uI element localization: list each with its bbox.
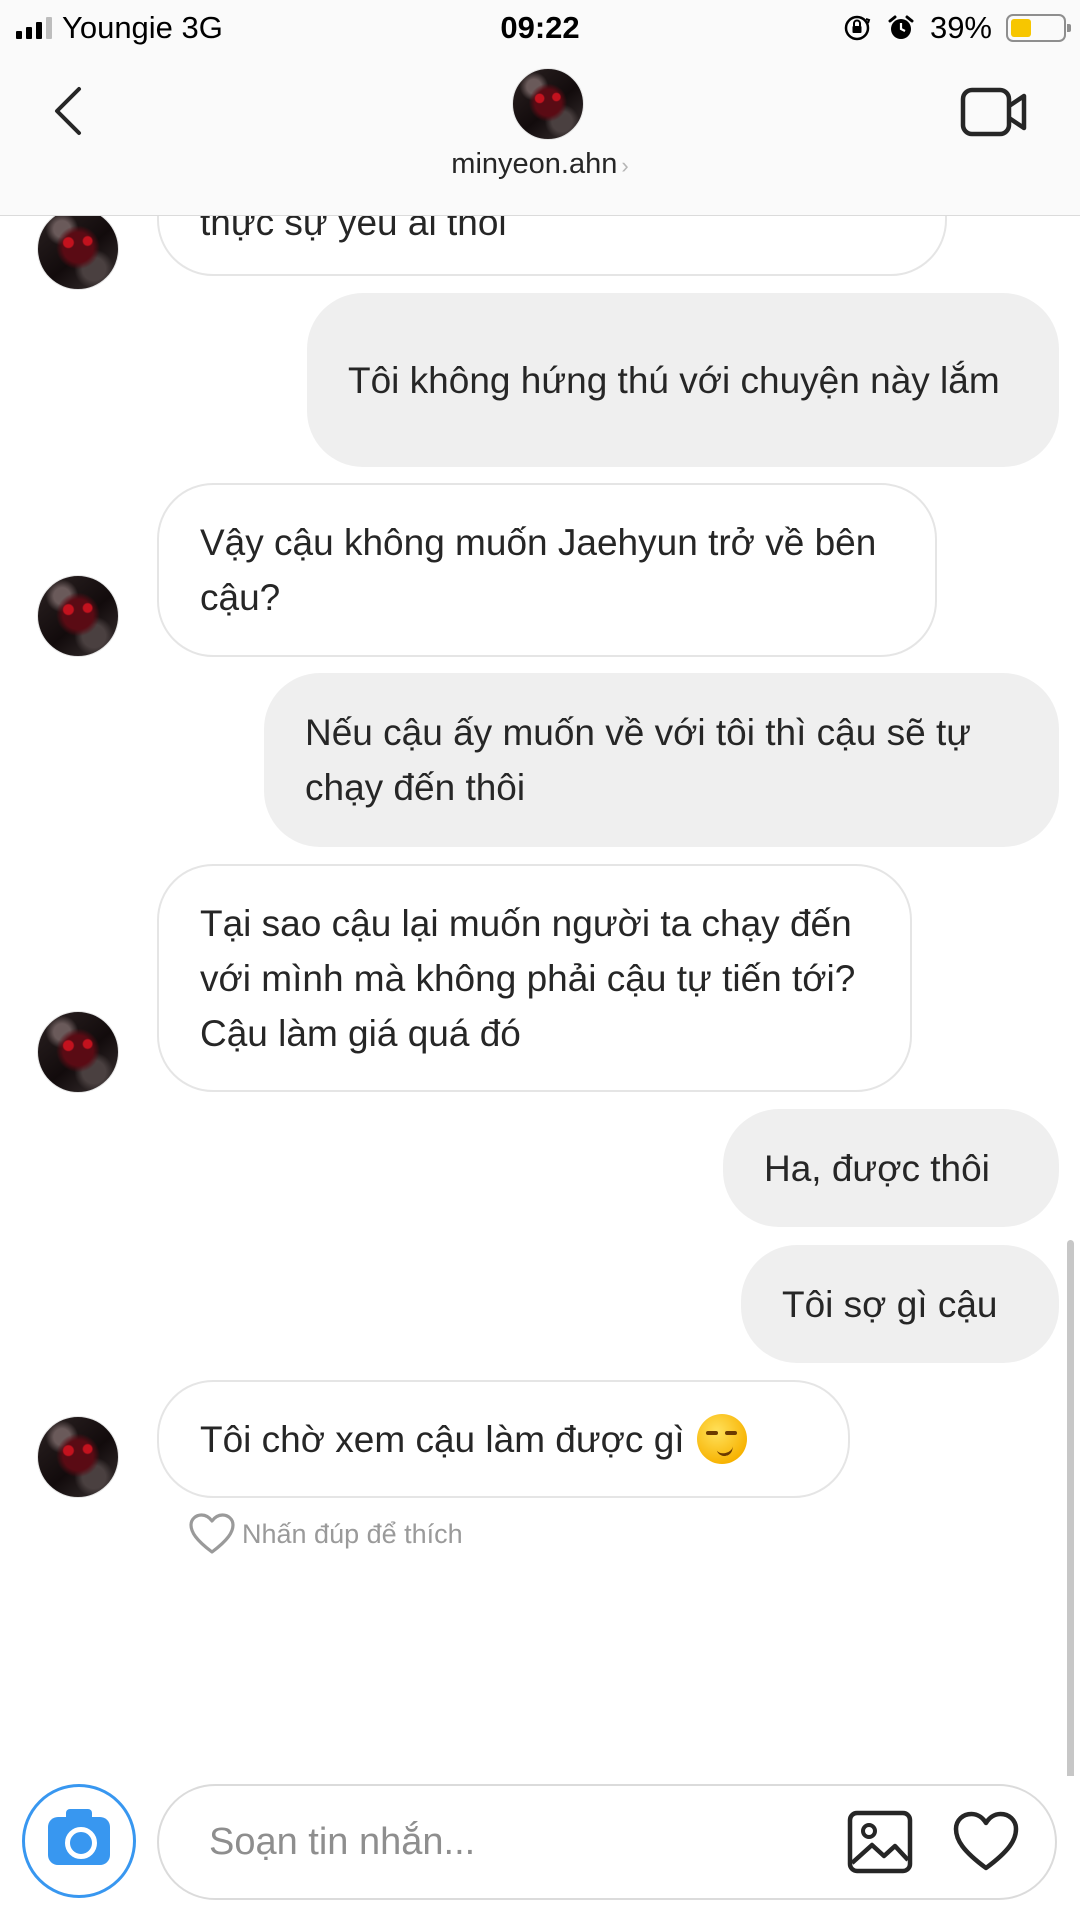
sender-avatar[interactable]: [37, 1416, 119, 1498]
video-call-icon: [960, 87, 1027, 137]
message-text: Nếu cậu ấy muốn về với tôi thì cậu sẽ tự…: [305, 712, 972, 808]
like-hint-label: Nhấn đúp để thích: [242, 1518, 463, 1549]
camera-button[interactable]: [22, 1784, 136, 1898]
heart-outline-icon: [189, 1513, 235, 1554]
alarm-icon: [888, 15, 914, 39]
gallery-icon: [847, 1810, 913, 1874]
sender-avatar[interactable]: [37, 216, 119, 290]
status-bar: Youngie 3G 09:22 39%: [0, 0, 1080, 56]
message-text: Vậy cậu không muốn Jaehyun trở về bên cậ…: [200, 522, 877, 618]
camera-icon: [48, 1809, 110, 1865]
sender-avatar[interactable]: [37, 1011, 119, 1093]
double-tap-like-hint[interactable]: Nhấn đúp để thích: [188, 1512, 463, 1556]
message-text: thực sự yêu ai thôi: [200, 216, 507, 243]
conversation-header: minyeon.ahn ›: [0, 56, 1080, 216]
scrollbar[interactable]: [1067, 1240, 1074, 1776]
incoming-message[interactable]: Vậy cậu không muốn Jaehyun trở về bên cậ…: [157, 483, 937, 657]
status-right: 39%: [842, 8, 1071, 48]
username-label: minyeon.ahn: [451, 148, 618, 180]
message-text: Tại sao cậu lại muốn người ta chạy đến v…: [200, 902, 856, 1054]
message-text: Tôi chờ xem cậu làm được gì: [200, 1418, 685, 1460]
message-input[interactable]: Soạn tin nhắn...: [209, 1786, 475, 1898]
profile-username[interactable]: minyeon.ahn ›: [0, 148, 1080, 181]
incoming-message[interactable]: thực sự yêu ai thôi: [157, 216, 947, 276]
outgoing-message[interactable]: Tôi không hứng thú với chuyện này lắm: [307, 293, 1059, 467]
heart-icon: [953, 1811, 1019, 1871]
chevron-right-icon: ›: [621, 153, 629, 178]
video-call-button[interactable]: [960, 84, 1030, 140]
header-avatar[interactable]: [512, 68, 584, 140]
battery-icon: [1006, 14, 1071, 42]
orientation-lock-icon: [844, 15, 871, 41]
back-button[interactable]: [38, 76, 98, 146]
incoming-message[interactable]: Tại sao cậu lại muốn người ta chạy đến v…: [157, 864, 912, 1092]
battery-percent: 39%: [929, 10, 992, 45]
message-text: Tôi không hứng thú với chuyện này lắm: [348, 359, 1000, 401]
message-text: Tôi sợ gì cậu: [782, 1283, 998, 1325]
message-composer[interactable]: Soạn tin nhắn...: [157, 1784, 1057, 1900]
smirking-face-emoji: [696, 1414, 747, 1464]
sender-avatar[interactable]: [37, 575, 119, 657]
like-button[interactable]: [951, 1808, 1021, 1876]
back-arrow-icon: [55, 87, 81, 135]
gallery-button[interactable]: [845, 1808, 915, 1876]
message-text: Ha, được thôi: [764, 1147, 990, 1189]
outgoing-message[interactable]: Ha, được thôi: [723, 1109, 1059, 1227]
outgoing-message[interactable]: Nếu cậu ấy muốn về với tôi thì cậu sẽ tự…: [264, 673, 1059, 847]
incoming-message[interactable]: Tôi chờ xem cậu làm được gì: [157, 1380, 850, 1498]
message-thread[interactable]: thực sự yêu ai thôi Tôi không hứng thú v…: [0, 216, 1080, 1776]
outgoing-message[interactable]: Tôi sợ gì cậu: [741, 1245, 1059, 1363]
